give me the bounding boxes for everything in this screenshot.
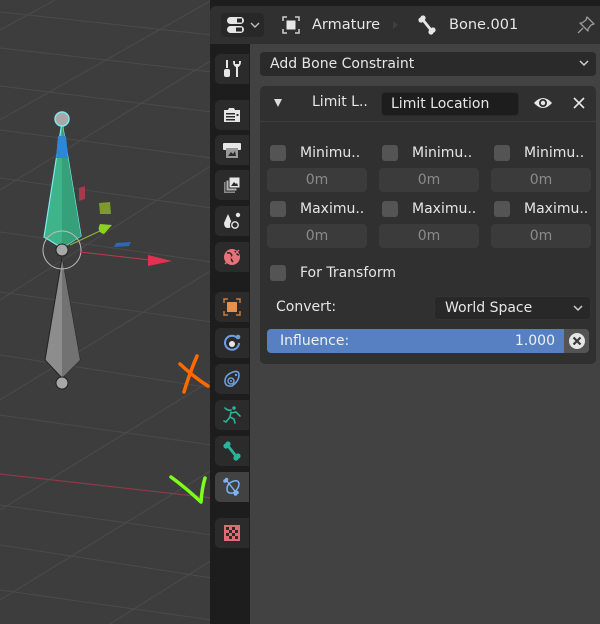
min-y-field[interactable]: 0m	[379, 168, 479, 192]
tab-scene[interactable]	[215, 206, 249, 236]
convert-space-value: World Space	[445, 300, 533, 316]
bone-constraints-panel: Add Bone Constraint Limit L.. Minimu.. M…	[250, 44, 600, 624]
checkbox[interactable]	[270, 201, 286, 217]
tab-bone-constraints[interactable]	[215, 472, 249, 502]
use-max-y-checkbox[interactable]: Maximu..	[382, 199, 476, 219]
tab-bone[interactable]	[215, 436, 249, 466]
pin-icon	[577, 16, 595, 34]
breadcrumb-bone[interactable]: Bone.001	[417, 6, 518, 44]
limit-location-constraint: Limit L.. Minimu.. Minimu.. Minimu.. 0m …	[260, 86, 596, 364]
min-z-field[interactable]: 0m	[491, 168, 591, 192]
max-z-label: Maximu..	[524, 201, 589, 217]
tab-texture[interactable]	[215, 518, 249, 548]
use-min-y-checkbox[interactable]: Minimu..	[382, 143, 472, 163]
breadcrumb-object-label: Armature	[312, 17, 381, 33]
output-icon	[223, 143, 241, 158]
eye-icon[interactable]	[533, 95, 553, 111]
max-z-field[interactable]: 0m	[491, 224, 591, 248]
influence-value: 1.000	[514, 333, 555, 349]
armature-data-icon	[223, 406, 241, 424]
tab-object[interactable]	[215, 292, 249, 322]
check-mark-annotation	[169, 475, 207, 504]
use-min-x-checkbox[interactable]: Minimu..	[270, 143, 360, 163]
tab-output[interactable]	[215, 135, 249, 165]
use-max-z-checkbox[interactable]: Maximu..	[494, 199, 588, 219]
constraint-type-label: Limit L..	[312, 94, 368, 110]
add-bone-constraint-dropdown[interactable]: Add Bone Constraint	[260, 52, 596, 76]
world-icon	[224, 249, 240, 265]
chevron-down-icon	[579, 60, 589, 67]
bone-constraint-icon	[223, 477, 240, 496]
close-icon[interactable]	[571, 95, 587, 111]
properties-editor: Armature Bone.001 Add Bone Constraint Li…	[210, 0, 600, 624]
checkbox[interactable]	[382, 201, 398, 217]
tab-object-constraints[interactable]	[215, 364, 249, 394]
editor-type-button[interactable]	[221, 13, 264, 37]
floor-grid	[0, 0, 212, 624]
convert-space-dropdown[interactable]: World Space	[434, 296, 591, 320]
max-x-field[interactable]: 0m	[267, 224, 367, 248]
tab-tool[interactable]	[215, 54, 249, 84]
bone-icon	[417, 15, 437, 35]
tool-icon	[224, 60, 241, 77]
checkbox[interactable]	[494, 145, 510, 161]
physics-icon	[224, 334, 241, 351]
breadcrumb-separator	[393, 21, 398, 29]
use-max-x-checkbox[interactable]: Maximu..	[270, 199, 364, 219]
texture-icon	[224, 525, 240, 541]
render-icon	[224, 108, 240, 122]
influence-label: Influence:	[280, 333, 350, 349]
scene-icon	[224, 212, 241, 231]
use-min-z-checkbox[interactable]: Minimu..	[494, 143, 584, 163]
min-z-label: Minimu..	[524, 145, 585, 161]
min-y-label: Minimu..	[412, 145, 473, 161]
object-constraint-icon	[224, 370, 240, 387]
max-y-label: Maximu..	[412, 201, 477, 217]
pin-button[interactable]	[576, 15, 596, 39]
influence-slider[interactable]: Influence: 1.000	[267, 329, 564, 353]
for-transform-label: For Transform	[300, 265, 396, 281]
x-circle-icon	[568, 333, 585, 349]
object-icon	[223, 298, 241, 316]
object-icon	[282, 16, 300, 34]
checkbox[interactable]	[494, 201, 510, 217]
min-x-label: Minimu..	[300, 145, 361, 161]
properties-editor-icon	[227, 17, 244, 33]
max-x-label: Maximu..	[300, 201, 365, 217]
tab-world[interactable]	[215, 242, 249, 272]
add-bone-constraint-label: Add Bone Constraint	[270, 56, 415, 72]
breadcrumb-object[interactable]: Armature	[282, 6, 380, 44]
disable-keep-transform-button[interactable]	[564, 329, 589, 353]
constraint-name-input[interactable]	[381, 92, 519, 116]
checkbox[interactable]	[382, 145, 398, 161]
tab-physics[interactable]	[215, 328, 249, 358]
convert-label: Convert:	[276, 299, 337, 315]
bone-icon	[223, 441, 241, 461]
viewport-canvas[interactable]	[0, 0, 212, 624]
breadcrumb-bone-label: Bone.001	[449, 17, 519, 33]
properties-header: Armature Bone.001	[210, 6, 600, 44]
properties-tabs	[210, 44, 250, 624]
min-x-field[interactable]: 0m	[267, 168, 367, 192]
constraint-header: Limit L..	[260, 86, 596, 122]
max-y-field[interactable]: 0m	[379, 224, 479, 248]
bone-selected[interactable]	[42, 111, 82, 270]
chevron-down-icon	[250, 22, 260, 28]
for-transform-checkbox[interactable]: For Transform	[270, 263, 396, 283]
checkbox[interactable]	[270, 265, 286, 281]
tab-object-data-armature[interactable]	[215, 400, 249, 430]
tab-render[interactable]	[215, 100, 249, 130]
chevron-down-icon	[573, 305, 583, 312]
3d-viewport[interactable]	[0, 0, 212, 624]
collapse-triangle-icon[interactable]	[274, 99, 282, 107]
view-layer-icon	[224, 176, 241, 193]
tab-view-layer[interactable]	[215, 170, 249, 200]
checkbox[interactable]	[270, 145, 286, 161]
